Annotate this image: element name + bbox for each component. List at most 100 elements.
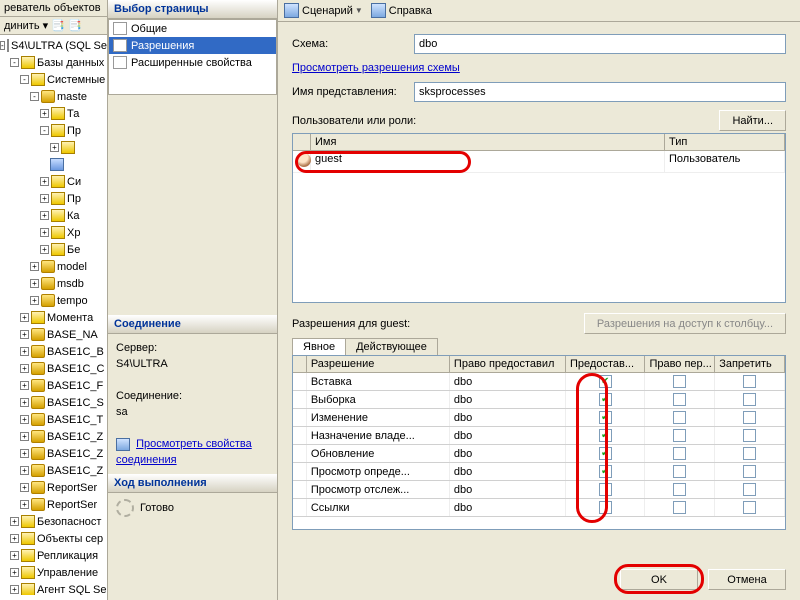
perm-row[interactable]: Ссылкиdbo: [293, 499, 785, 517]
expand-icon[interactable]: +: [20, 364, 29, 373]
expand-icon[interactable]: +: [40, 109, 49, 118]
view-connection-link[interactable]: Просмотреть свойства соединения: [116, 438, 252, 466]
user-row[interactable]: guest Пользователь: [293, 151, 785, 173]
tree-item[interactable]: -Системные: [0, 71, 107, 88]
ph-deny[interactable]: Запретить: [715, 356, 785, 372]
checkbox[interactable]: [673, 393, 686, 406]
view-name-input[interactable]: [414, 82, 786, 102]
chevron-down-icon[interactable]: ▼: [355, 6, 363, 15]
tree-item[interactable]: +Ка: [0, 207, 107, 224]
checkbox[interactable]: [599, 483, 612, 496]
expand-icon[interactable]: +: [10, 585, 19, 594]
tree-item[interactable]: +BASE1C_S: [0, 394, 107, 411]
tree-item[interactable]: +Репликация: [0, 547, 107, 564]
tree-item[interactable]: +msdb: [0, 275, 107, 292]
perm-row[interactable]: Выборкаdbo✔: [293, 391, 785, 409]
expand-icon[interactable]: +: [20, 398, 29, 407]
checkbox[interactable]: [743, 411, 756, 424]
tree-item[interactable]: +Хр: [0, 224, 107, 241]
checkbox[interactable]: [743, 429, 756, 442]
tree-item[interactable]: +BASE1C_C: [0, 360, 107, 377]
tree-item[interactable]: +Момента: [0, 309, 107, 326]
tree-item[interactable]: +Бе: [0, 241, 107, 258]
tree-item[interactable]: +BASE1C_Z: [0, 445, 107, 462]
expand-icon[interactable]: +: [30, 279, 39, 288]
checkbox[interactable]: [743, 501, 756, 514]
checkbox[interactable]: [673, 429, 686, 442]
perm-row[interactable]: Просмотр опреде...dbo✔: [293, 463, 785, 481]
checkbox[interactable]: [743, 465, 756, 478]
expand-icon[interactable]: +: [20, 483, 29, 492]
tree-item[interactable]: +Та: [0, 105, 107, 122]
tree-item[interactable]: +ReportSer: [0, 479, 107, 496]
view-schema-perms-link[interactable]: Просмотреть разрешения схемы: [292, 62, 460, 74]
tree-body[interactable]: -S4\ULTRA (SQL Se-Базы данных-Системные-…: [0, 35, 107, 595]
checkbox[interactable]: ✔: [599, 393, 612, 406]
checkbox[interactable]: ✔: [599, 429, 612, 442]
tree-item[interactable]: +Си: [0, 173, 107, 190]
users-grid[interactable]: Имя Тип guest Пользователь: [292, 133, 786, 303]
checkbox[interactable]: [673, 501, 686, 514]
tab-effective[interactable]: Действующее: [345, 338, 438, 355]
tree-item[interactable]: -Пр: [0, 122, 107, 139]
checkbox[interactable]: [743, 393, 756, 406]
tree-item[interactable]: +Пр: [0, 190, 107, 207]
expand-icon[interactable]: +: [10, 534, 19, 543]
expand-icon[interactable]: +: [20, 432, 29, 441]
tree-item[interactable]: +ReportSer: [0, 496, 107, 513]
tree-item[interactable]: +: [0, 139, 107, 156]
expand-icon[interactable]: +: [40, 245, 49, 254]
checkbox[interactable]: [673, 483, 686, 496]
checkbox[interactable]: [743, 483, 756, 496]
checkbox[interactable]: [673, 411, 686, 424]
expand-icon[interactable]: +: [20, 381, 29, 390]
tab-explicit[interactable]: Явное: [292, 338, 346, 355]
tree-item[interactable]: +Управление: [0, 564, 107, 581]
help-button[interactable]: Справка: [389, 5, 432, 17]
schema-input[interactable]: [414, 34, 786, 54]
checkbox[interactable]: ✔: [599, 447, 612, 460]
tree-item[interactable]: +Объекты сер: [0, 530, 107, 547]
page-extended[interactable]: Расширенные свойства: [109, 54, 276, 71]
expand-icon[interactable]: +: [40, 194, 49, 203]
checkbox[interactable]: [599, 501, 612, 514]
expand-icon[interactable]: +: [30, 296, 39, 305]
perm-row[interactable]: Вставкаdbo✔: [293, 373, 785, 391]
ph-grant[interactable]: Предостав...: [566, 356, 645, 372]
tree-item[interactable]: -maste: [0, 88, 107, 105]
find-button[interactable]: Найти...: [719, 110, 786, 131]
object-explorer-toolbar[interactable]: динить ▾ 📑 📑: [0, 17, 107, 35]
tree-item[interactable]: +BASE1C_F: [0, 377, 107, 394]
expand-icon[interactable]: +: [20, 313, 29, 322]
ok-button[interactable]: OK: [620, 569, 698, 590]
tree-item[interactable]: +BASE1C_Z: [0, 462, 107, 479]
perm-row[interactable]: Просмотр отслеж...dbo: [293, 481, 785, 499]
checkbox[interactable]: ✔: [599, 375, 612, 388]
checkbox[interactable]: ✔: [599, 411, 612, 424]
tree-item[interactable]: [0, 156, 107, 173]
checkbox[interactable]: [673, 375, 686, 388]
tree-item[interactable]: +Агент SQL Se: [0, 581, 107, 595]
expand-icon[interactable]: +: [20, 466, 29, 475]
tree-item[interactable]: -Базы данных: [0, 54, 107, 71]
expand-icon[interactable]: +: [40, 211, 49, 220]
expand-icon[interactable]: +: [10, 568, 19, 577]
cancel-button[interactable]: Отмена: [708, 569, 786, 590]
expand-icon[interactable]: +: [10, 551, 19, 560]
tree-item[interactable]: +BASE1C_B: [0, 343, 107, 360]
checkbox[interactable]: [743, 375, 756, 388]
col-type[interactable]: Тип: [665, 134, 785, 150]
col-name[interactable]: Имя: [311, 134, 665, 150]
expand-icon[interactable]: +: [40, 177, 49, 186]
expand-icon[interactable]: +: [20, 415, 29, 424]
expand-icon[interactable]: +: [30, 262, 39, 271]
page-general[interactable]: Общие: [109, 20, 276, 37]
perm-row[interactable]: Изменениеdbo✔: [293, 409, 785, 427]
tree-item[interactable]: +BASE1C_Z: [0, 428, 107, 445]
perm-row[interactable]: Обновлениеdbo✔: [293, 445, 785, 463]
page-list[interactable]: Общие Разрешения Расширенные свойства: [108, 19, 277, 95]
ph-perm[interactable]: Разрешение: [307, 356, 450, 372]
expand-icon[interactable]: -: [30, 92, 39, 101]
page-permissions[interactable]: Разрешения: [109, 37, 276, 54]
tree-item[interactable]: +model: [0, 258, 107, 275]
